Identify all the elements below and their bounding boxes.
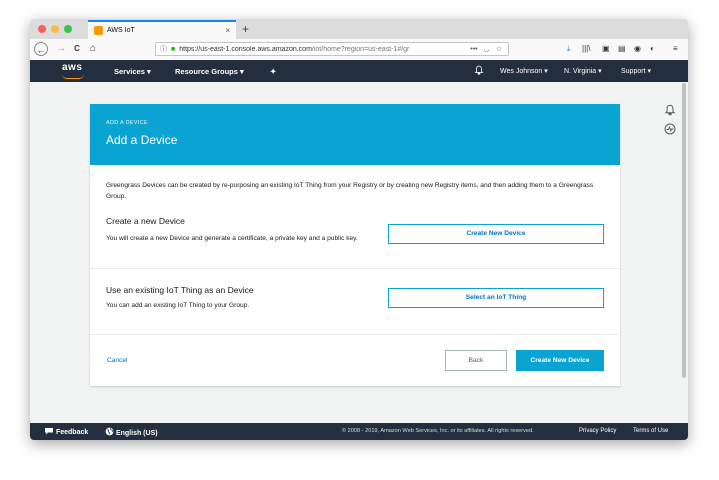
forward-button[interactable]: →: [54, 42, 68, 56]
back-button[interactable]: ←: [34, 42, 48, 56]
globe-icon: [105, 427, 114, 436]
pin-icon[interactable]: ✦: [270, 67, 276, 76]
close-tab-icon[interactable]: ×: [225, 26, 230, 35]
chevron-down-icon: ▾: [544, 68, 548, 75]
add-device-card: ADD A DEVICE Add a Device Greengrass Dev…: [90, 104, 620, 386]
aws-logo[interactable]: aws: [62, 62, 82, 73]
close-window-button[interactable]: [38, 25, 46, 33]
url-text[interactable]: https://us-east-1.console.aws.amazon.com…: [179, 46, 470, 53]
chevron-down-icon: ▾: [647, 68, 651, 75]
browser-window: AWS IoT × + ← → C ⌂ ⓘ ■ https://us-east-…: [30, 19, 688, 440]
support-menu[interactable]: Support ▾: [621, 67, 651, 75]
reload-button[interactable]: C: [70, 42, 84, 56]
home-button[interactable]: ⌂: [86, 42, 100, 56]
tab-strip: AWS IoT × +: [30, 19, 688, 40]
lock-icon: ■: [171, 45, 176, 53]
create-new-device-button[interactable]: Create New Device: [516, 350, 604, 371]
privacy-policy-link[interactable]: Privacy Policy: [579, 428, 616, 434]
user-menu[interactable]: Wes Johnson ▾: [500, 67, 548, 75]
region-name: N. Virginia: [564, 68, 597, 75]
url-host: https://us-east-1.console.aws.amazon.com: [179, 45, 312, 53]
back-button[interactable]: Back: [445, 350, 507, 371]
page-scrollbar[interactable]: [682, 83, 686, 378]
page-actions-icon[interactable]: •••: [470, 46, 477, 53]
url-bar[interactable]: ⓘ ■ https://us-east-1.console.aws.amazon…: [155, 42, 509, 56]
feedback-bubble-icon: [45, 428, 53, 435]
notifications-bell-icon[interactable]: [664, 104, 676, 119]
card-eyebrow: ADD A DEVICE: [106, 120, 148, 126]
existing-thing-title: Use an existing IoT Thing as an Device: [106, 285, 254, 295]
extension-icon[interactable]: ◐: [650, 44, 655, 54]
region-menu[interactable]: N. Virginia ▾: [564, 67, 602, 75]
intro-text: Greengrass Devices can be created by re-…: [106, 182, 594, 200]
feedback-button[interactable]: Feedback: [44, 427, 88, 436]
pocket-icon[interactable]: ◡: [484, 45, 490, 53]
feedback-label: Feedback: [55, 429, 89, 436]
cancel-link[interactable]: Cancel: [107, 357, 128, 364]
create-device-title: Create a new Device: [106, 216, 185, 226]
resource-groups-label: Resource Groups: [175, 67, 238, 76]
minimize-window-button[interactable]: [51, 25, 59, 33]
user-name: Wes Johnson: [500, 68, 543, 75]
resource-groups-menu[interactable]: Resource Groups ▾: [175, 67, 244, 76]
aws-smile-icon: [62, 74, 84, 79]
language-selector[interactable]: English (US): [105, 427, 158, 437]
console-footer: Feedback English (US) © 2008 - 2019, Ama…: [30, 423, 688, 440]
download-icon[interactable]: ⤓: [567, 44, 571, 54]
copyright-text: © 2008 - 2019, Amazon Web Services, Inc.…: [342, 428, 534, 434]
url-path: /iot/home?region=us-east-1#/gr: [311, 45, 410, 53]
support-label: Support: [621, 68, 646, 75]
chevron-down-icon: ▾: [146, 67, 151, 76]
notification-bell-icon[interactable]: [474, 65, 484, 77]
sidebar-icon[interactable]: ▣: [602, 44, 610, 54]
new-tab-button[interactable]: +: [242, 21, 249, 37]
aws-console-header: aws Services ▾ Resource Groups ▾ ✦ Wes J…: [30, 60, 688, 82]
zoom-window-button[interactable]: [64, 25, 72, 33]
library-icon[interactable]: |||\: [582, 44, 590, 54]
section-divider: [90, 268, 620, 269]
tab-title: AWS IoT: [107, 27, 135, 34]
aws-favicon-icon: [94, 26, 103, 35]
activity-pulse-icon[interactable]: [664, 123, 676, 138]
account-icon[interactable]: ◉: [634, 44, 641, 54]
chevron-down-icon: ▾: [240, 67, 244, 76]
services-menu[interactable]: Services ▾: [114, 67, 151, 76]
tab-aws-iot[interactable]: AWS IoT ×: [88, 20, 236, 39]
existing-thing-description: You can add an existing IoT Thing to you…: [106, 302, 250, 309]
select-iot-thing-button[interactable]: Select an IoT Thing: [388, 288, 604, 308]
terms-of-use-link[interactable]: Terms of Use: [633, 428, 668, 434]
screenshot-icon[interactable]: ▤: [618, 44, 626, 54]
info-icon[interactable]: ⓘ: [160, 44, 167, 54]
bookmark-star-icon[interactable]: ☆: [496, 45, 502, 53]
menu-icon[interactable]: ≡: [673, 44, 678, 54]
chevron-down-icon: ▾: [598, 68, 602, 75]
create-new-device-option-button[interactable]: Create New Device: [388, 224, 604, 244]
navigation-bar: ← → C ⌂ ⓘ ■ https://us-east-1.console.aw…: [30, 39, 688, 61]
card-header: ADD A DEVICE Add a Device: [90, 104, 620, 165]
page-title: Add a Device: [106, 133, 178, 147]
footer-divider: [90, 334, 620, 335]
services-label: Services: [114, 67, 145, 76]
create-device-description: You will create a new Device and generat…: [106, 235, 358, 242]
language-label: English (US): [115, 430, 158, 437]
